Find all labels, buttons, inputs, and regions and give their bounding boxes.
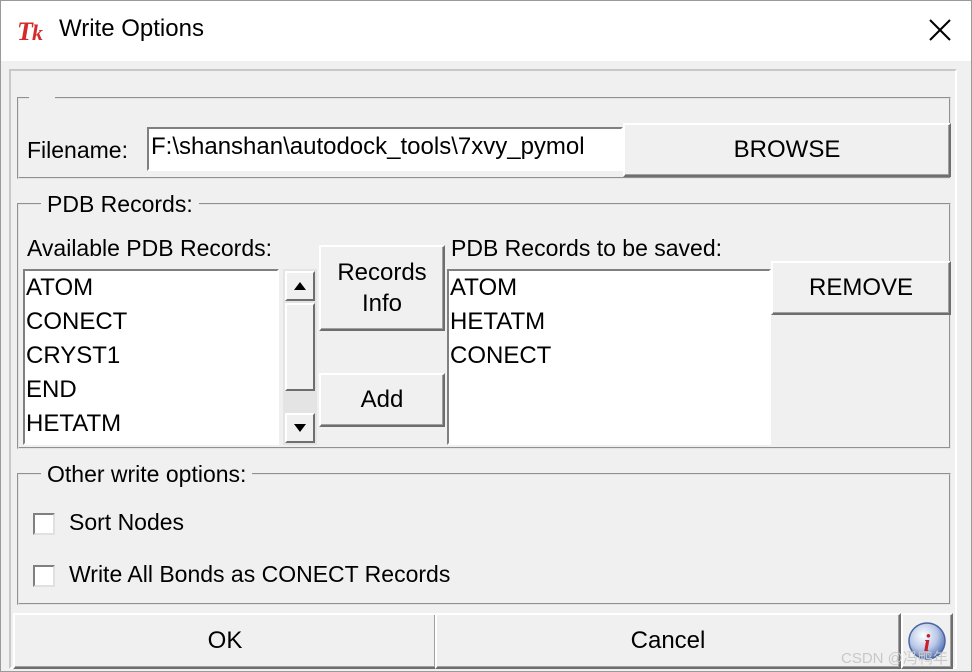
window-title: Write Options — [59, 15, 204, 42]
saved-records-list[interactable]: ATOM HETATM CONECT — [447, 269, 771, 445]
svg-text:k: k — [32, 20, 43, 45]
scroll-thumb[interactable] — [285, 303, 315, 391]
scroll-up-icon — [294, 282, 306, 290]
filename-input[interactable]: F:\shanshan\autodock_tools\7xvy_pymol — [147, 127, 623, 171]
list-item[interactable]: HETATM — [449, 305, 769, 339]
write-bonds-checkbox[interactable] — [33, 565, 55, 587]
dialog-body: Filename: F:\shanshan\autodock_tools\7xv… — [9, 69, 957, 669]
cancel-button[interactable]: Cancel — [435, 613, 901, 669]
sort-nodes-label[interactable]: Sort Nodes — [69, 511, 184, 534]
pdb-records-title: PDB Records: — [41, 193, 199, 216]
available-records-label: Available PDB Records: — [27, 235, 273, 261]
add-button[interactable]: Add — [319, 373, 445, 427]
close-button[interactable] — [919, 11, 961, 49]
available-records-scrollbar[interactable] — [283, 269, 317, 445]
available-records-list[interactable]: ATOM CONECT CRYST1 END HETATM — [23, 269, 279, 445]
list-item[interactable]: ATOM — [25, 271, 277, 305]
list-item[interactable]: CRYST1 — [25, 339, 277, 373]
list-item[interactable]: CONECT — [25, 305, 277, 339]
sort-nodes-checkbox[interactable] — [33, 513, 55, 535]
write-bonds-label[interactable]: Write All Bonds as CONECT Records — [69, 563, 450, 586]
remove-button[interactable]: REMOVE — [771, 261, 951, 315]
ok-button[interactable]: OK — [13, 613, 437, 669]
list-item[interactable]: ATOM — [449, 271, 769, 305]
scroll-down-icon — [294, 424, 306, 432]
scroll-up-button[interactable] — [285, 271, 315, 301]
title-bar: T k Write Options — [1, 1, 971, 61]
list-item[interactable]: CONECT — [449, 339, 769, 373]
close-icon — [929, 19, 951, 41]
scroll-down-button[interactable] — [285, 413, 315, 443]
saved-records-label: PDB Records to be saved: — [451, 235, 723, 261]
filename-frame-legend — [29, 85, 55, 103]
records-info-button[interactable]: Records Info — [319, 245, 445, 331]
browse-button[interactable]: BROWSE — [623, 123, 951, 177]
watermark: CSDN @冯鸭年 — [841, 650, 948, 667]
list-item[interactable]: HETATM — [25, 407, 277, 441]
other-options-title: Other write options: — [41, 463, 253, 486]
filename-label: Filename: — [27, 137, 128, 163]
write-options-dialog: T k Write Options Filename: F:\shanshan\… — [0, 0, 972, 672]
list-item[interactable]: END — [25, 373, 277, 407]
tk-feather-icon: T k — [17, 17, 43, 46]
